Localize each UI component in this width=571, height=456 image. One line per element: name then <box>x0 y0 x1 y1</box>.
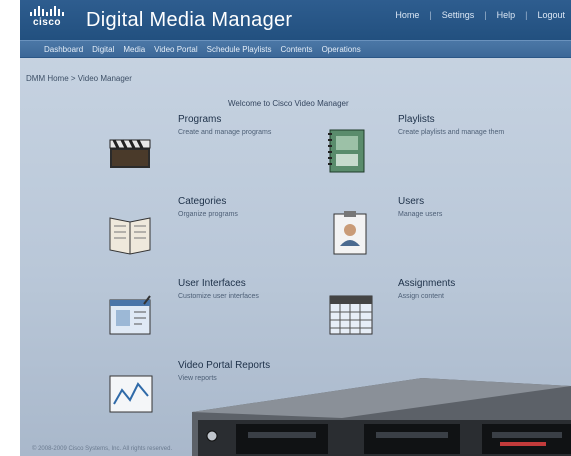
util-separator: | <box>525 10 528 20</box>
util-separator: | <box>429 10 432 20</box>
calendar-icon <box>329 295 373 335</box>
nav-item-video-portal[interactable]: Video Portal <box>154 45 197 54</box>
card-description: Organize programs <box>178 211 238 218</box>
card-categories[interactable]: Categories Organize programs <box>106 196 306 266</box>
nav-item-digital[interactable]: Digital <box>92 45 114 54</box>
util-help-link[interactable]: Help <box>497 10 516 20</box>
card-programs[interactable]: Programs Create and manage programs <box>106 114 306 174</box>
server-appliance-image <box>192 378 571 456</box>
nav-item-contents[interactable]: Contents <box>281 45 313 54</box>
card-description: Manage users <box>398 211 443 218</box>
nav-item-operations[interactable]: Operations <box>322 45 361 54</box>
card-title[interactable]: Users <box>398 196 424 207</box>
main-nav: Dashboard Digital Media Video Portal Sch… <box>20 40 571 58</box>
card-playlists[interactable]: Playlists Create playlists and manage th… <box>326 114 556 184</box>
card-assignments[interactable]: Assignments Assign content <box>326 278 556 348</box>
util-home-link[interactable]: Home <box>395 10 419 20</box>
playlist-icon <box>328 129 365 173</box>
card-description: Assign content <box>398 293 444 300</box>
card-description: Create playlists and manage them <box>398 129 505 136</box>
card-users[interactable]: Users Manage users <box>326 196 556 266</box>
clapperboard-icon <box>109 139 151 168</box>
card-title[interactable]: Video Portal Reports <box>178 360 270 371</box>
logo-text: cisco <box>32 17 62 28</box>
card-title[interactable]: Categories <box>178 196 226 207</box>
util-logout-link[interactable]: Logout <box>537 10 565 20</box>
user-badge-icon <box>333 211 367 255</box>
footer-copyright: © 2008-2009 Cisco Systems, Inc. All righ… <box>32 446 173 452</box>
card-title[interactable]: Programs <box>178 114 221 125</box>
card-user-interfaces[interactable]: User Interfaces Customize user interface… <box>106 278 306 348</box>
card-title[interactable]: User Interfaces <box>178 278 246 289</box>
card-description: Create and manage programs <box>178 129 272 136</box>
welcome-message: Welcome to Cisco Video Manager <box>228 99 349 108</box>
app-title: Digital Media Manager <box>86 9 293 31</box>
utility-links: Home | Settings | Help | Logout <box>395 10 565 20</box>
book-icon <box>109 217 151 255</box>
nav-item-media[interactable]: Media <box>123 45 145 54</box>
card-title[interactable]: Playlists <box>398 114 435 125</box>
nav-item-dashboard[interactable]: Dashboard <box>44 45 83 54</box>
interface-window-icon <box>109 295 151 335</box>
cisco-logo: cisco <box>30 6 64 28</box>
header-bar: cisco Digital Media Manager Home | Setti… <box>20 0 571 40</box>
card-description: Customize user interfaces <box>178 293 259 300</box>
breadcrumb[interactable]: DMM Home > Video Manager <box>26 74 132 83</box>
util-settings-link[interactable]: Settings <box>442 10 475 20</box>
util-separator: | <box>484 10 487 20</box>
cisco-bars-icon <box>30 6 64 16</box>
nav-item-schedule-playlists[interactable]: Schedule Playlists <box>207 45 272 54</box>
line-chart-icon <box>109 375 153 413</box>
card-title[interactable]: Assignments <box>398 278 455 289</box>
